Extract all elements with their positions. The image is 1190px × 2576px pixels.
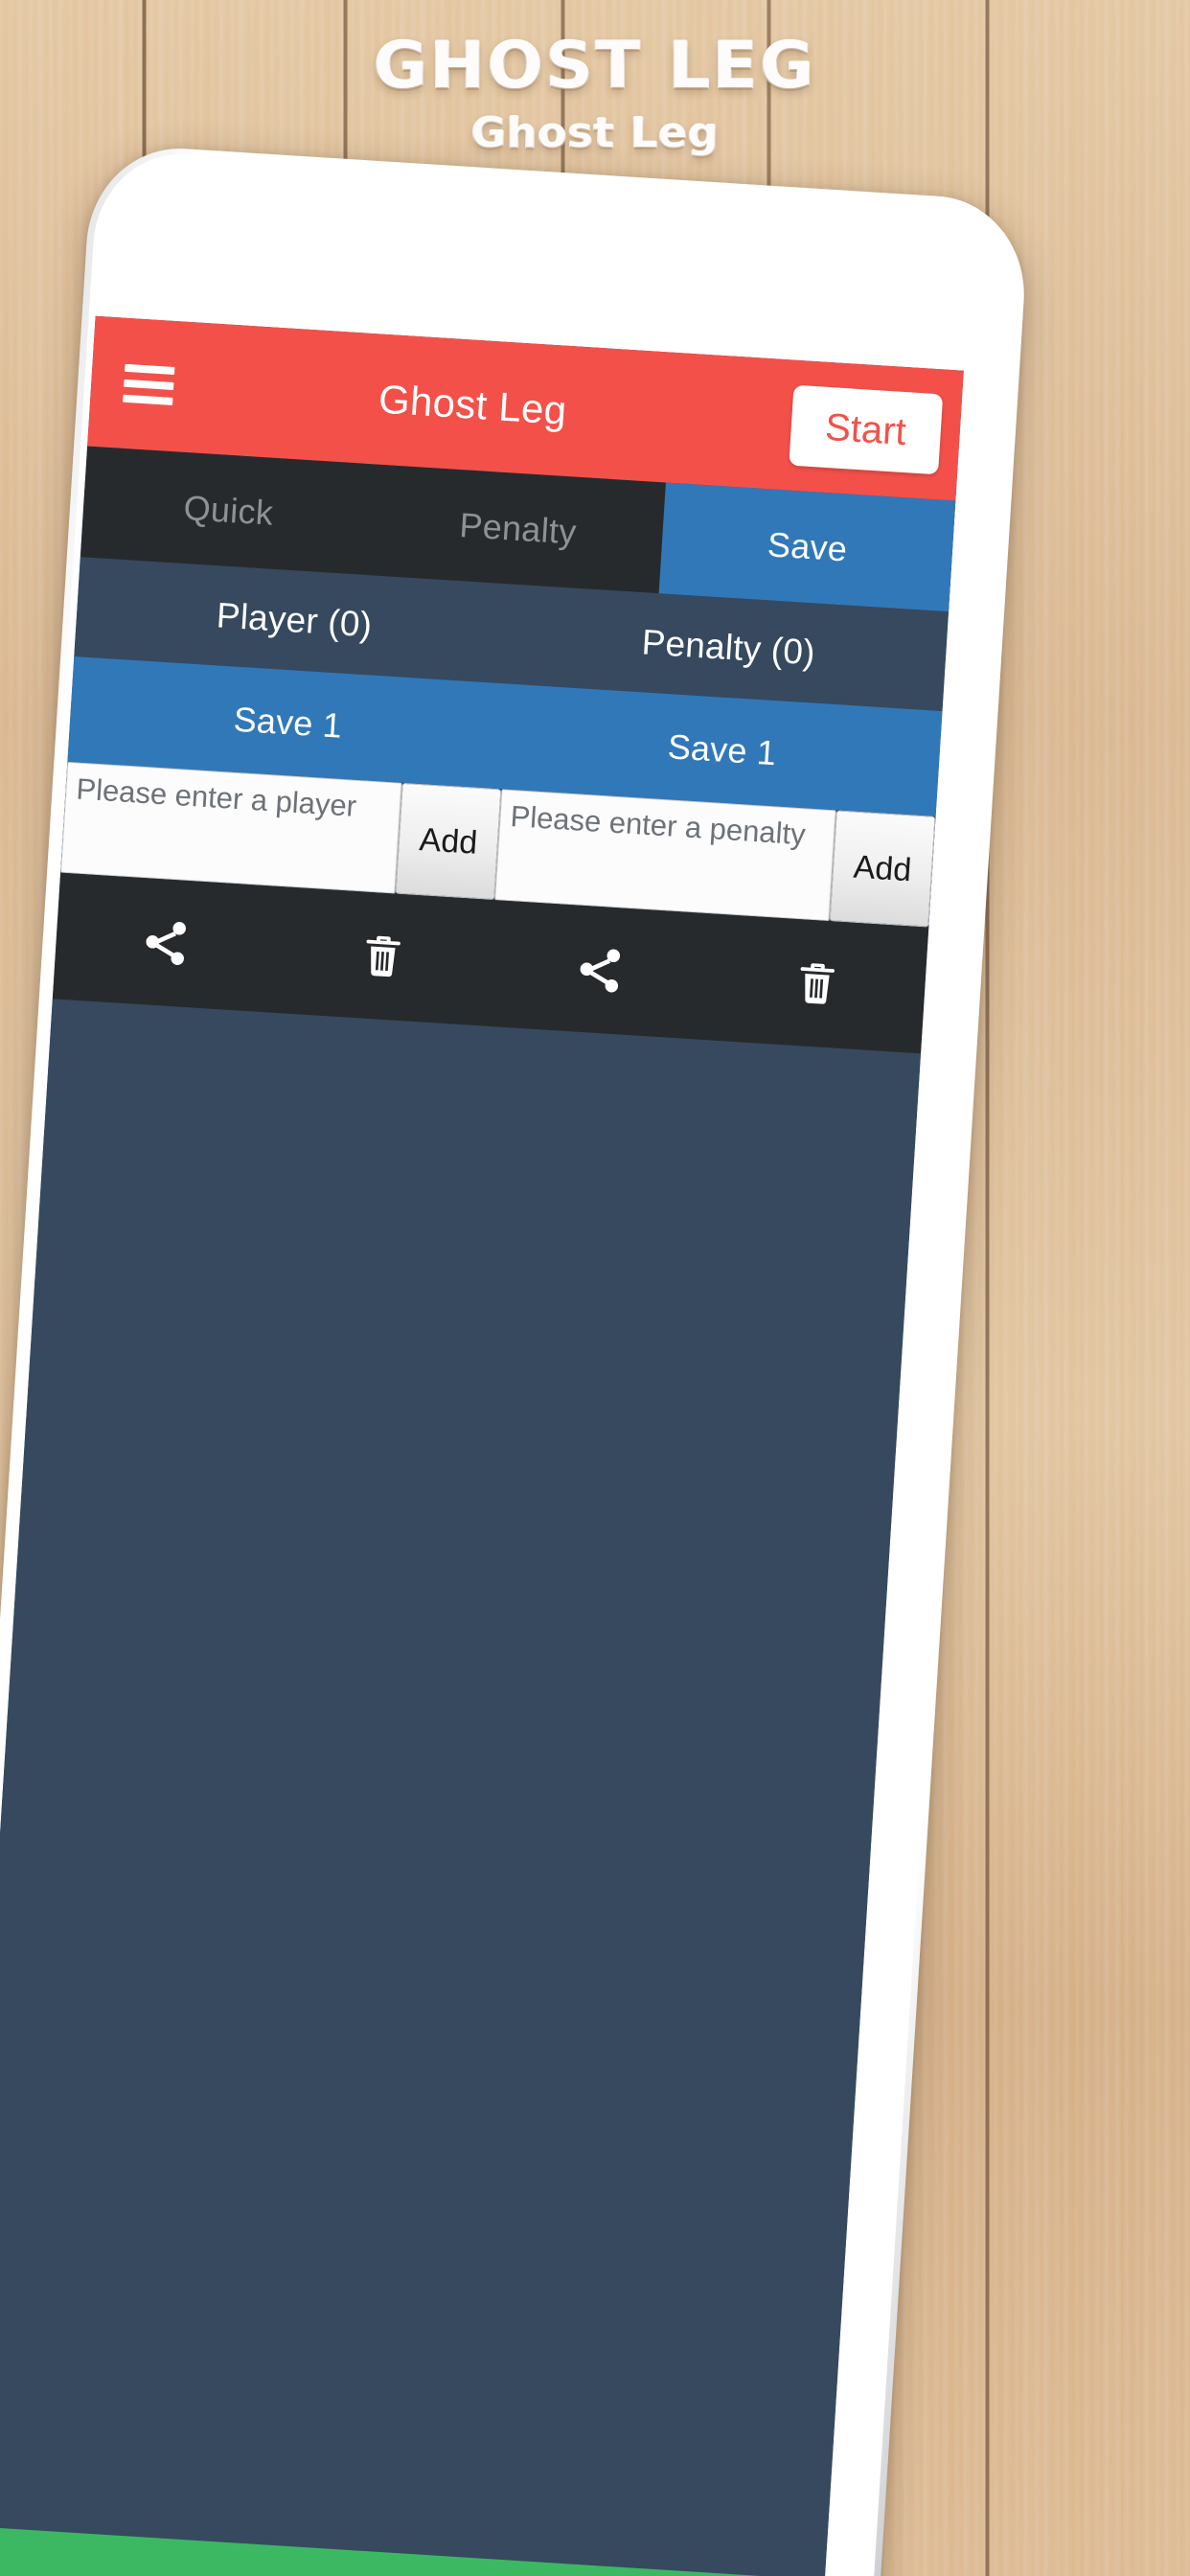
appbar-start-button[interactable]: Start <box>788 384 944 475</box>
player-input-placeholder: Please enter a player <box>75 771 358 823</box>
delete-penalty-button[interactable] <box>703 913 928 1053</box>
player-input[interactable]: Please enter a player <box>60 761 402 894</box>
trash-icon <box>356 929 407 983</box>
trash-icon <box>790 956 841 1011</box>
share-icon <box>572 942 627 997</box>
delete-player-button[interactable] <box>269 886 494 1026</box>
tab-quick[interactable]: Quick <box>80 446 377 575</box>
penalty-input[interactable]: Please enter a penalty <box>494 789 836 922</box>
promo-subtitle: Ghost Leg <box>470 107 720 157</box>
penalty-input-placeholder: Please enter a penalty <box>509 799 807 852</box>
promo-title: GHOST LEG <box>373 28 817 104</box>
share-icon <box>138 915 193 970</box>
tab-penalty[interactable]: Penalty <box>370 464 666 593</box>
page-title: Ghost Leg <box>377 376 568 433</box>
app-screen: Ghost Leg Start Quick Penalty Save Playe… <box>0 315 964 2576</box>
add-player-button[interactable]: Add <box>395 782 502 901</box>
tab-save[interactable]: Save <box>658 482 956 612</box>
share-player-button[interactable] <box>53 873 278 1013</box>
list-area <box>0 999 922 2576</box>
promo-header: GHOST LEG Ghost Leg <box>0 28 1190 157</box>
phone-mockup: Ghost Leg Start Quick Penalty Save Playe… <box>0 143 1031 2576</box>
share-penalty-button[interactable] <box>487 900 712 1040</box>
phone-frame: Ghost Leg Start Quick Penalty Save Playe… <box>0 143 1031 2576</box>
add-penalty-button[interactable]: Add <box>829 810 936 928</box>
